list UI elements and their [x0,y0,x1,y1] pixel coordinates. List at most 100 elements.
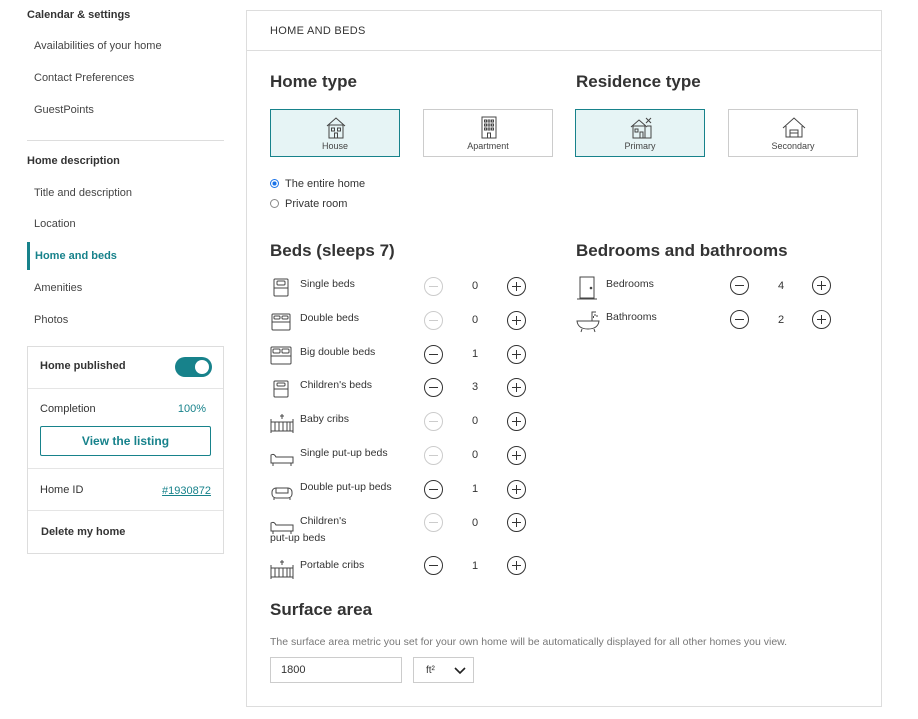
increment-button[interactable] [507,556,526,575]
increment-button[interactable] [812,276,831,295]
apartment-icon [481,116,497,139]
bed-label: Children's put-up beds [270,515,347,544]
increment-button[interactable] [507,378,526,397]
room-count: 4 [777,280,785,292]
bed-count: 0 [471,280,479,292]
sidebar-item-title-description[interactable]: Title and description [34,187,132,199]
radio-private-room[interactable]: Private room [270,198,347,210]
sidebar-item-availabilities[interactable]: Availabilities of your home [34,40,162,52]
completion-value: 100% [177,403,206,415]
sidebar-item-contact-preferences[interactable]: Contact Preferences [34,72,134,84]
toggle-knob [195,360,209,374]
single-bed-icon [273,278,289,297]
decrement-button[interactable] [424,446,443,465]
bed-count: 3 [471,381,479,393]
bed-row-double-put-up: Double put-up beds 1 [270,479,540,507]
bed-label: Single beds [300,278,355,290]
sidebar-item-guestpoints[interactable]: GuestPoints [34,104,94,116]
active-indicator [27,242,30,270]
home-status-card: Home published Completion 100% View the … [27,346,224,554]
home-type-house[interactable]: House [270,109,400,157]
bed-row-baby-crib: Baby cribs 0 [270,411,540,439]
door-icon [577,276,597,300]
bed-count: 0 [471,314,479,326]
bed-count: 1 [471,560,479,572]
house-icon [326,117,346,139]
increment-button[interactable] [507,277,526,296]
room-count: 2 [777,314,785,326]
increment-button[interactable] [507,345,526,364]
completion-label: Completion [40,403,96,415]
surface-area-input[interactable] [270,657,402,683]
increment-button[interactable] [507,513,526,532]
double-put-up-bed-icon [271,487,293,500]
unit-value: ft² [426,665,435,676]
beds-title: Beds (sleeps 7) [270,241,395,260]
primary-label: Primary [624,141,656,151]
decrement-button[interactable] [730,276,749,295]
baby-crib-icon [270,414,294,433]
radio-private-room-label: Private room [285,198,348,210]
chevron-down-icon [454,667,466,675]
residence-type-primary[interactable]: Primary [575,109,705,157]
home-description-heading: Home description [27,155,120,167]
increment-button[interactable] [507,311,526,330]
surface-area-title: Surface area [270,600,373,619]
decrement-button[interactable] [424,556,443,575]
sidebar-item-amenities[interactable]: Amenities [34,282,82,294]
radio-entire-home[interactable]: The entire home [270,178,365,190]
sidebar-item-home-and-beds[interactable]: Home and beds [35,250,117,262]
big-double-bed-icon [270,346,292,365]
bed-count: 0 [471,415,479,427]
decrement-button[interactable] [424,412,443,431]
bed-row-double: Double beds 0 [270,310,540,338]
secondary-residence-icon [782,117,806,138]
bed-row-childrens: Children's beds 3 [270,377,540,405]
bed-row-portable-crib: Portable cribs 1 [270,556,540,585]
decrement-button[interactable] [424,277,443,296]
panel-title: HOME AND BEDS [270,25,366,37]
decrement-button[interactable] [730,310,749,329]
home-type-title: Home type [270,72,357,91]
decrement-button[interactable] [424,480,443,499]
increment-button[interactable] [507,480,526,499]
residence-type-secondary[interactable]: Secondary [728,109,858,157]
bed-count: 0 [471,449,479,461]
published-toggle[interactable] [175,357,212,377]
radio-checked-indicator [270,178,279,188]
home-id-label: Home ID [40,484,84,496]
bed-label: Portable cribs [300,559,365,571]
bed-row-childrens-put-up: Children's put-up beds 0 [270,513,540,549]
increment-button[interactable] [812,310,831,329]
secondary-label: Secondary [771,141,815,151]
view-listing-button[interactable]: View the listing [40,426,211,456]
decrement-button[interactable] [424,311,443,330]
room-label: Bathrooms [606,311,657,323]
increment-button[interactable] [507,446,526,465]
unit-select[interactable]: ft² [413,657,474,683]
bed-label: Big double beds [300,346,376,358]
bed-label: Children's beds [300,379,373,391]
bed-count: 1 [471,483,479,495]
increment-button[interactable] [507,412,526,431]
delete-home-link[interactable]: Delete my home [41,526,125,538]
decrement-button[interactable] [424,378,443,397]
bathtub-icon [576,311,600,333]
room-label: Bedrooms [606,278,654,290]
decrement-button[interactable] [424,345,443,364]
bed-label: Double put-up beds [300,481,392,493]
sidebar-divider [27,140,224,141]
panel-header: HOME AND BEDS [247,11,881,51]
home-id-link[interactable]: #1930872 [162,485,211,497]
sidebar-item-photos[interactable]: Photos [34,314,68,326]
surface-area-note: The surface area metric you set for your… [270,636,788,648]
decrement-button[interactable] [424,513,443,532]
bed-label: Double beds [300,312,359,324]
apartment-label: Apartment [467,141,509,151]
bed-row-big-double: Big double beds 1 [270,344,540,372]
double-bed-icon [271,313,291,331]
sidebar-item-location[interactable]: Location [34,218,76,230]
home-type-apartment[interactable]: Apartment [423,109,553,157]
bed-count: 1 [471,348,479,360]
delete-row[interactable]: Delete my home [28,511,223,555]
